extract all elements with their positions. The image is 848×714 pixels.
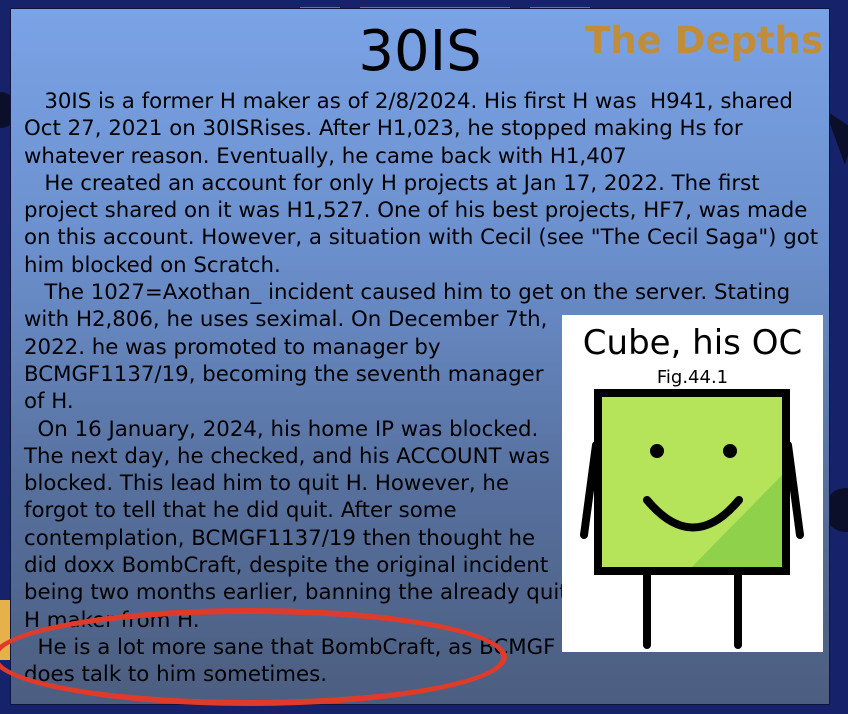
paragraph-account: He created an account for only H project… xyxy=(24,170,825,278)
paragraph-incident: The 1027=Axothan_ incident caused him to… xyxy=(24,280,791,306)
paragraph-manager: with H2,806, he uses seximal. On Decembe… xyxy=(24,307,555,415)
section-label: The Depths xyxy=(585,19,823,62)
content-panel: 30IS The Depths 30IS is a former H maker… xyxy=(10,8,830,705)
character-figure: Cube, his OC Fig.44.1 xyxy=(562,315,823,652)
cube-character-icon xyxy=(580,389,804,649)
paragraph-first-h: 30IS is a former H maker as of 2/8/2024.… xyxy=(24,89,800,169)
highlight-circle xyxy=(0,608,507,706)
paragraph-blocked: On 16 January, 2024, his home IP was blo… xyxy=(24,416,568,633)
